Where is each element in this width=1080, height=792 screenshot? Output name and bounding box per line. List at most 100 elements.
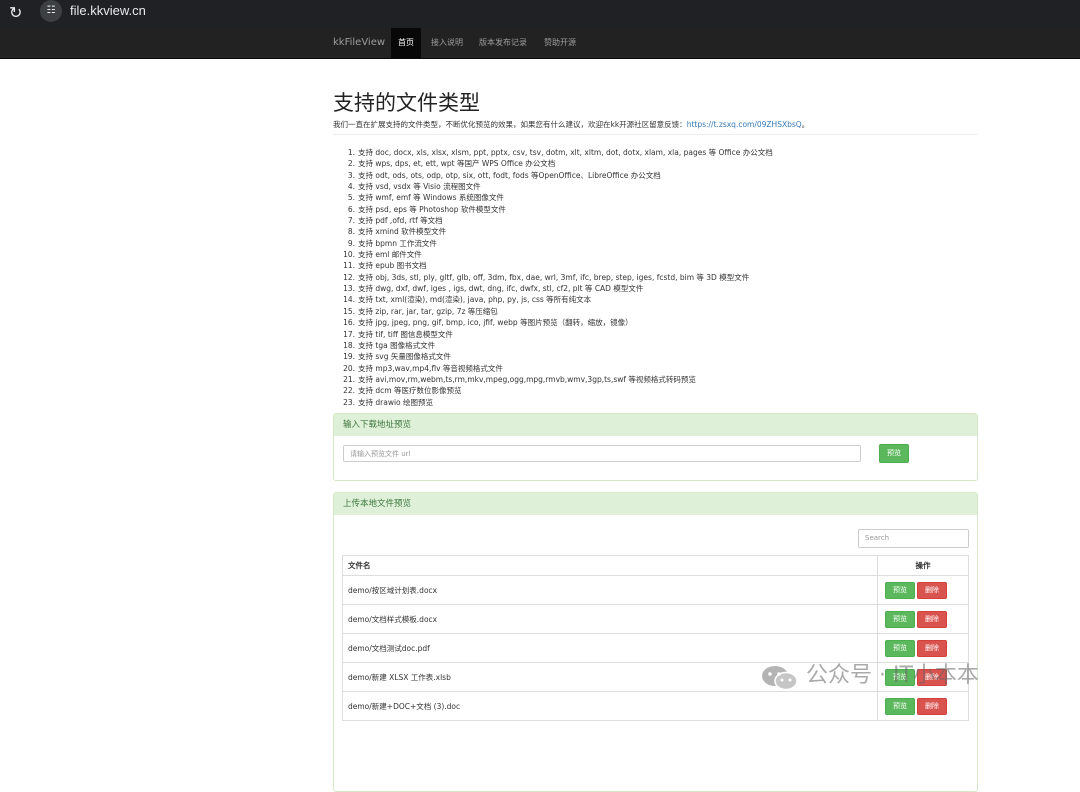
intro-text-body: 我们一直在扩展支持的文件类型，不断优化预览的效果，如果您有什么建议，欢迎在kk开… [333, 120, 687, 129]
list-item-text: 支持 txt, xml(渲染), md(渲染), java, php, py, … [358, 295, 592, 305]
url-preview-panel: 输入下载地址预览 请输入预览文件 url 预览 [333, 413, 978, 481]
list-item-text: 支持 wmf, emf 等 Windows 系统图像文件 [358, 193, 504, 203]
row-delete-button[interactable]: 删除 [917, 610, 947, 628]
list-item-text: 支持 avi,mov,rm,webm,ts,rm,mkv,mpeg,ogg,mp… [358, 374, 696, 384]
browser-toolbar: ↻ ☷ file.kkview.cn [0, 0, 1080, 28]
list-item: 5. 支持 wmf, emf 等 Windows 系统图像文件 [340, 192, 773, 203]
nav-home[interactable]: 首页 [391, 28, 421, 58]
list-item-number: 15. [343, 306, 355, 316]
list-item-number: 23. [343, 397, 355, 407]
list-item: 9. 支持 bpmn 工作流文件 [340, 238, 773, 249]
list-item-number: 11. [343, 261, 355, 271]
navbar-brand[interactable]: kkFileView [333, 28, 385, 58]
file-name-cell: demo/文档样式模板.docx [342, 604, 878, 634]
list-item-number: 5. [347, 193, 355, 203]
file-name-cell: demo/文档测试doc.pdf [342, 633, 878, 663]
upload-panel: 上传本地文件预览 Search 文件名 操作 demo/按区域计划表.docx 预… [333, 492, 978, 792]
actions-cell: 预览 删除 [877, 575, 969, 605]
actions-cell: 预览 删除 [877, 604, 969, 634]
list-item-text: 支持 obj, 3ds, stl, ply, gltf, glb, off, 3… [358, 272, 750, 282]
feedback-link[interactable]: https://t.zsxq.com/09ZHSXbsQ [687, 120, 802, 129]
file-name-cell: demo/新建+DOC+文档 (3).doc [342, 691, 878, 721]
list-item-text: 支持 bpmn 工作流文件 [358, 238, 437, 248]
row-preview-button[interactable]: 预览 [885, 581, 915, 599]
list-item: 19. 支持 svg 矢量图像格式文件 [340, 351, 773, 362]
row-preview-button[interactable]: 预览 [885, 639, 915, 657]
reload-icon[interactable]: ↻ [9, 3, 22, 23]
table-row: demo/文档测试doc.pdf 预览 删除 [342, 633, 969, 663]
site-info-icon[interactable]: ☷ [40, 0, 62, 22]
list-item-number: 12. [343, 272, 355, 282]
list-item-text: 支持 tif, tiff 图信息模型文件 [358, 329, 453, 339]
list-item-number: 1. [347, 148, 355, 157]
row-delete-button[interactable]: 删除 [917, 639, 947, 657]
list-item: 23. 支持 drawio 绘图预览 [340, 397, 773, 408]
url-panel-heading: 输入下载地址预览 [334, 414, 977, 436]
row-preview-button[interactable]: 预览 [885, 610, 915, 628]
list-item: 21. 支持 avi,mov,rm,webm,ts,rm,mkv,mpeg,ogg… [340, 374, 773, 385]
url-input[interactable]: 请输入预览文件 url [343, 445, 861, 462]
list-item-number: 17. [343, 329, 355, 339]
table-header-row: 文件名 操作 [342, 555, 969, 576]
wechat-icon [762, 666, 798, 691]
address-bar-url[interactable]: file.kkview.cn [70, 2, 146, 20]
row-delete-button[interactable]: 删除 [917, 697, 947, 715]
list-item-text: 支持 vsd, vsdx 等 Visio 流程图文件 [358, 182, 481, 192]
list-item-number: 16. [343, 318, 355, 328]
column-header-filename: 文件名 [342, 555, 878, 576]
list-item-number: 19. [343, 352, 355, 362]
list-item-text: 支持 svg 矢量图像格式文件 [358, 352, 451, 362]
nav-release-notes[interactable]: 版本发布记录 [472, 28, 534, 58]
table-row: demo/新建+DOC+文档 (3).doc 预览 删除 [342, 691, 969, 721]
actions-cell: 预览 删除 [877, 633, 969, 663]
list-item: 11. 支持 epub 图书文档 [340, 260, 773, 271]
divider [333, 134, 978, 135]
list-item: 13. 支持 dwg, dxf, dwf, iges , igs, dwt, dn… [340, 283, 773, 294]
list-item-text: 支持 odt, ods, ots, odp, otp, six, ott, fo… [358, 170, 661, 180]
table-row: demo/按区域计划表.docx 预览 删除 [342, 575, 969, 605]
list-item-number: 20. [343, 363, 355, 373]
list-item-text: 支持 eml 邮件文件 [358, 250, 422, 260]
list-item: 17. 支持 tif, tiff 图信息模型文件 [340, 329, 773, 340]
top-navbar: kkFileView 首页 接入说明 版本发布记录 赞助开源 [0, 28, 1080, 59]
list-item: 10. 支持 eml 邮件文件 [340, 249, 773, 260]
list-item-number: 8. [347, 227, 355, 237]
list-item-number: 6. [347, 204, 355, 214]
list-item-number: 18. [343, 340, 355, 350]
list-item-text: 支持 pdf ,ofd, rtf 等文档 [358, 216, 443, 226]
row-delete-button[interactable]: 删除 [917, 581, 947, 599]
list-item: 16. 支持 jpg, jpeg, png, gif, bmp, ico, jfi… [340, 317, 773, 328]
list-item-text: 支持 dwg, dxf, dwf, iges , igs, dwt, dng, … [358, 284, 644, 294]
list-item: 6. 支持 psd, eps 等 Photoshop 软件模型文件 [340, 204, 773, 215]
list-item-number: 22. [343, 386, 355, 396]
list-item-number: 4. [347, 182, 355, 192]
list-item-number: 7. [347, 216, 355, 226]
list-item-text: 支持 tga 图像格式文件 [358, 340, 436, 350]
search-input[interactable]: Search [858, 529, 969, 548]
url-preview-button[interactable]: 预览 [879, 444, 909, 463]
list-item-number: 10. [343, 250, 355, 260]
list-item-number: 21. [343, 374, 355, 384]
list-item-text: 支持 doc, docx, xls, xlsx, xlsm, ppt, pptx… [358, 148, 773, 157]
list-item-text: 支持 xmind 软件模型文件 [358, 227, 447, 237]
column-header-actions: 操作 [877, 555, 969, 576]
list-item-number: 14. [343, 295, 355, 305]
list-item-text: 支持 zip, rar, jar, tar, gzip, 7z 等压缩包 [358, 306, 498, 316]
upload-panel-heading: 上传本地文件预览 [334, 493, 977, 515]
nav-integration-guide[interactable]: 接入说明 [424, 28, 470, 58]
list-item: 15. 支持 zip, rar, jar, tar, gzip, 7z 等压缩包 [340, 306, 773, 317]
list-item-number: 13. [343, 284, 355, 294]
list-item: 1. 支持 doc, docx, xls, xlsx, xlsm, ppt, pp… [340, 147, 773, 158]
list-item-number: 3. [347, 170, 355, 180]
file-name-cell: demo/按区域计划表.docx [342, 575, 878, 605]
list-item-text: 支持 dcm 等医疗数位影像预览 [358, 386, 462, 396]
watermark-text: 公众号 · IT小本本 [806, 663, 979, 688]
nav-sponsor[interactable]: 赞助开源 [537, 28, 583, 58]
list-item-number: 9. [347, 238, 355, 248]
supported-types-list: 1. 支持 doc, docx, xls, xlsx, xlsm, ppt, pp… [340, 147, 773, 408]
row-preview-button[interactable]: 预览 [885, 697, 915, 715]
list-item: 7. 支持 pdf ,ofd, rtf 等文档 [340, 215, 773, 226]
list-item: 14. 支持 txt, xml(渲染), md(渲染), java, php, p… [340, 294, 773, 305]
list-item: 18. 支持 tga 图像格式文件 [340, 340, 773, 351]
list-item: 3. 支持 odt, ods, ots, odp, otp, six, ott, … [340, 170, 773, 181]
